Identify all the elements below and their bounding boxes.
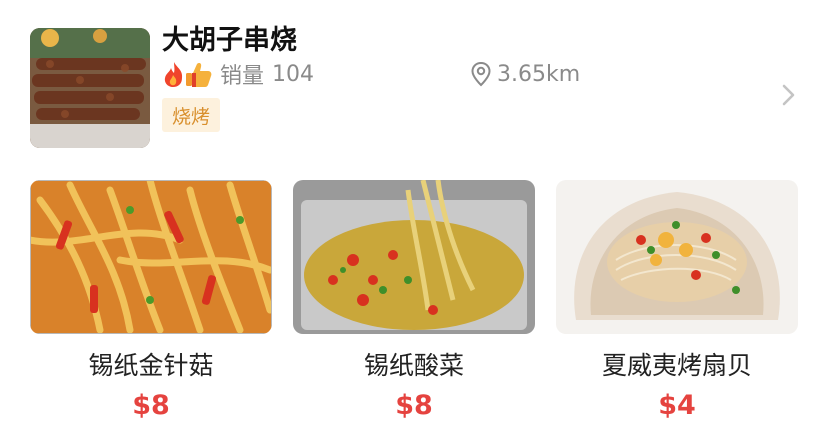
- dish-photo: [556, 180, 798, 334]
- dish-price: $8: [395, 390, 433, 421]
- chevron-right-icon[interactable]: [780, 82, 798, 108]
- distance-value: 3.65km: [497, 61, 581, 87]
- dish-card[interactable]: 锡纸酸菜 $8: [293, 180, 535, 430]
- sales-row: 销量 104: [162, 58, 314, 90]
- dish-photo: [293, 180, 535, 334]
- store-card[interactable]: 大胡子串烧 销量 104 3.65km 烧烤 锡纸金针菇 $8 锡纸酸菜 $8 …: [0, 0, 828, 444]
- dish-price: $4: [658, 390, 696, 421]
- dish-name: 夏威夷烤扇贝: [601, 351, 752, 380]
- dish-name: 锡纸酸菜: [363, 351, 464, 380]
- dish-card[interactable]: 夏威夷烤扇贝 $4: [556, 180, 798, 430]
- dish-price: $8: [132, 390, 170, 421]
- sales-count: 104: [272, 61, 315, 87]
- store-thumbnail: [30, 28, 150, 148]
- sales-label: 销量: [220, 64, 265, 89]
- fire-thumbs-up-icon: [162, 59, 218, 89]
- dish-name: 锡纸金针菇: [88, 351, 214, 380]
- category-tag: 烧烤: [162, 98, 221, 132]
- dish-card[interactable]: 锡纸金针菇 $8: [30, 180, 272, 430]
- location-pin-icon: [470, 61, 492, 87]
- dish-photo: [30, 180, 272, 334]
- store-name: 大胡子串烧: [162, 25, 297, 56]
- distance: 3.65km: [470, 58, 580, 90]
